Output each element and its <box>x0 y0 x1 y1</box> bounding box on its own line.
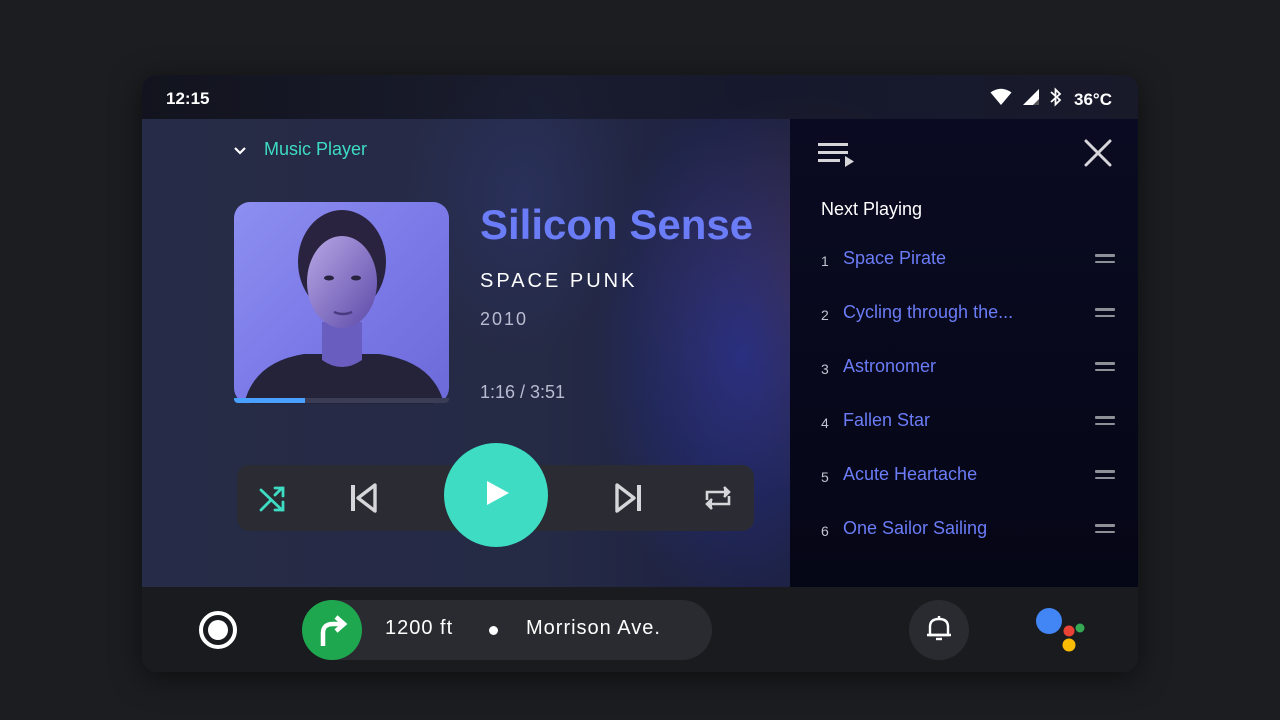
queue-list: 1 Space Pirate 2 Cycling through the... … <box>790 248 1138 572</box>
track-time: 1:16 / 3:51 <box>480 382 566 402</box>
drag-handle-icon[interactable] <box>1095 524 1115 534</box>
navigation-card[interactable]: 1200 ft Morrison Ave. <box>302 600 712 660</box>
bell-icon <box>926 614 952 647</box>
list-item[interactable]: 6 One Sailor Sailing <box>790 518 1138 572</box>
queue-item-number: 6 <box>821 523 829 539</box>
music-player-header[interactable]: Music Player <box>232 139 367 160</box>
status-bar: 12:15 36°C <box>142 75 1138 119</box>
queue-item-title: Space Pirate <box>843 248 947 268</box>
queue-item-number: 1 <box>821 253 829 269</box>
previous-icon[interactable] <box>347 482 379 514</box>
notifications-button[interactable] <box>909 600 969 660</box>
next-icon[interactable] <box>613 482 645 514</box>
repeat-icon[interactable] <box>702 482 734 514</box>
track-artist: SPACE PUNK <box>480 270 638 292</box>
shuffle-icon[interactable] <box>257 482 289 514</box>
queue-item-number: 5 <box>821 469 829 485</box>
queue-item-number: 3 <box>821 361 829 377</box>
wifi-icon <box>990 88 1012 111</box>
drag-handle-icon[interactable] <box>1095 254 1115 264</box>
queue-panel: Next Playing 1 Space Pirate 2 Cycling th… <box>790 119 1138 587</box>
bottom-nav-bar: 1200 ft Morrison Ave. <box>142 587 1138 672</box>
progress-fill <box>234 398 305 403</box>
queue-item-title: Astronomer <box>843 356 937 376</box>
separator-dot <box>489 626 498 635</box>
next-playing-heading: Next Playing <box>821 199 923 219</box>
track-title: Silicon Sense <box>480 201 754 248</box>
queue-list-icon[interactable] <box>818 141 856 174</box>
home-button[interactable] <box>198 610 238 650</box>
list-item[interactable]: 3 Astronomer <box>790 356 1138 410</box>
close-icon[interactable] <box>1084 139 1112 172</box>
bluetooth-icon <box>1050 87 1062 112</box>
cell-signal-icon <box>1022 88 1040 111</box>
nav-distance: 1200 ft <box>385 617 454 639</box>
queue-item-number: 4 <box>821 415 829 431</box>
queue-item-number: 2 <box>821 307 829 323</box>
album-art <box>234 202 449 404</box>
drag-handle-icon[interactable] <box>1095 362 1115 372</box>
drag-handle-icon[interactable] <box>1095 416 1115 426</box>
assistant-icon[interactable] <box>1035 607 1091 653</box>
list-item[interactable]: 4 Fallen Star <box>790 410 1138 464</box>
queue-item-title: Cycling through the... <box>843 302 1014 322</box>
music-player-title: Music Player <box>264 139 368 159</box>
nav-street: Morrison Ave. <box>526 617 661 639</box>
list-item[interactable]: 1 Space Pirate <box>790 248 1138 302</box>
list-item[interactable]: 5 Acute Heartache <box>790 464 1138 518</box>
drag-handle-icon[interactable] <box>1095 470 1115 480</box>
queue-item-title: Fallen Star <box>843 410 931 430</box>
turn-right-icon <box>302 600 362 660</box>
temperature: 36°C <box>1074 89 1112 109</box>
play-button[interactable] <box>444 443 548 547</box>
album-progress-bar[interactable] <box>234 398 449 403</box>
queue-item-title: One Sailor Sailing <box>843 518 988 538</box>
play-icon <box>481 478 511 513</box>
track-year: 2010 <box>480 309 529 329</box>
car-display: 12:15 36°C Music Player Silicon Sense SP… <box>142 75 1138 672</box>
clock: 12:15 <box>166 89 210 108</box>
status-icons: 36°C <box>990 87 1112 112</box>
list-item[interactable]: 2 Cycling through the... <box>790 302 1138 356</box>
chevron-down-icon[interactable] <box>232 142 248 158</box>
drag-handle-icon[interactable] <box>1095 308 1115 318</box>
queue-item-title: Acute Heartache <box>843 464 978 484</box>
